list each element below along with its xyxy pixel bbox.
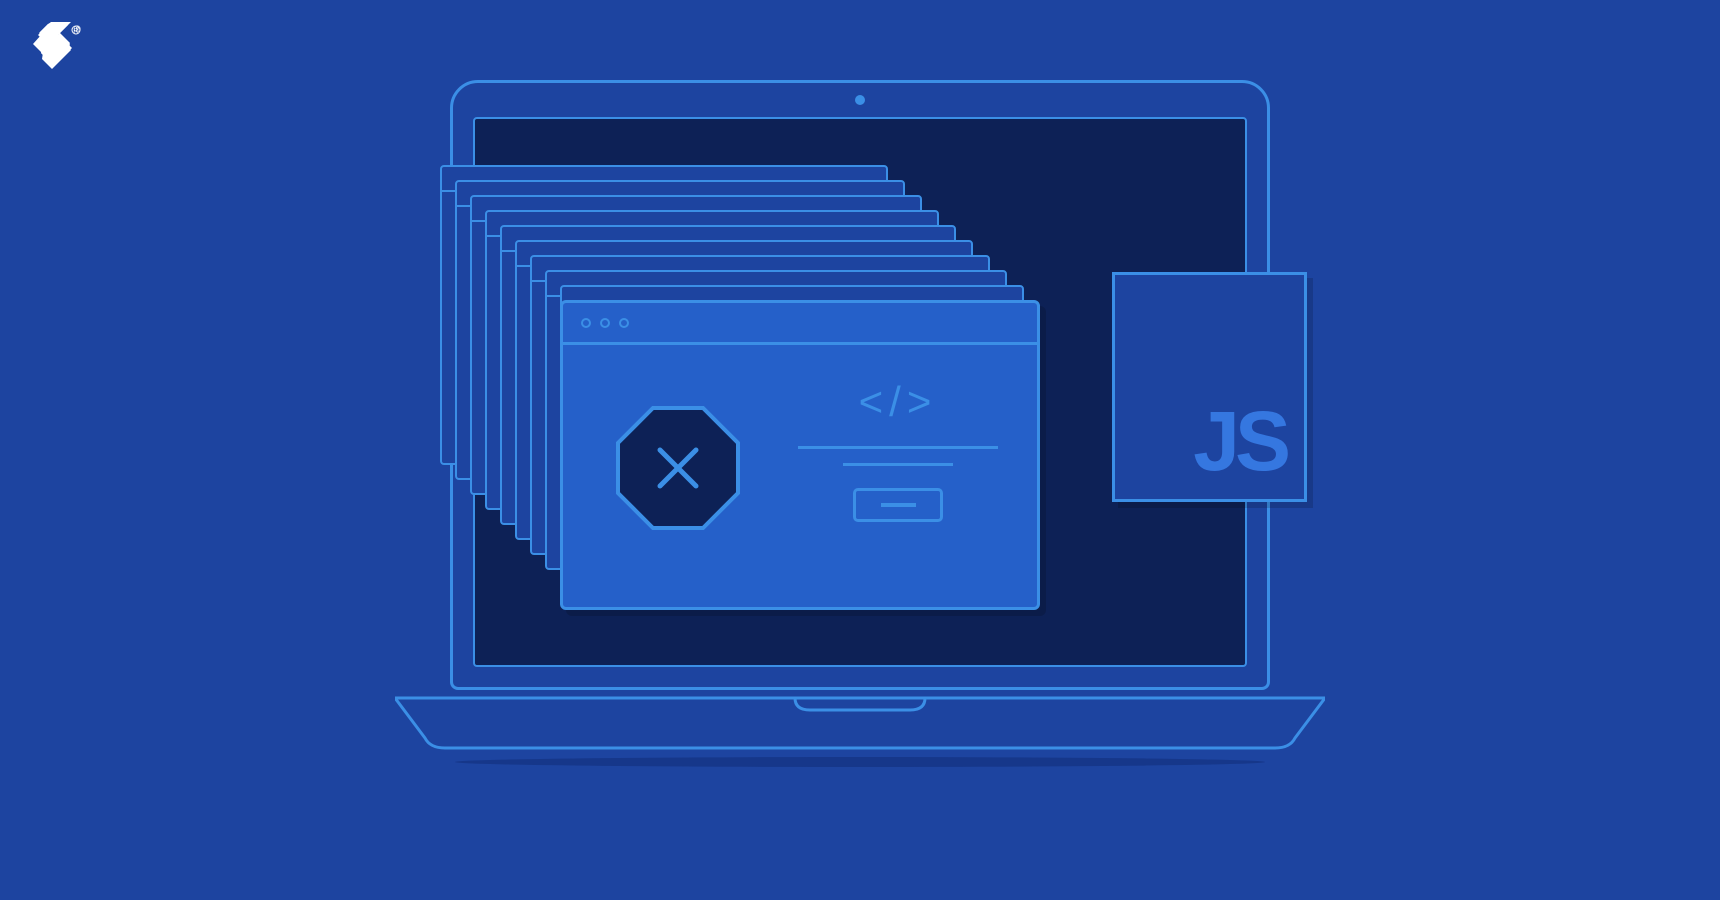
code-brackets-icon: </> <box>798 378 998 426</box>
code-button-placeholder <box>853 488 943 522</box>
laptop-base <box>395 690 1325 745</box>
svg-text:R: R <box>73 28 78 35</box>
hero-illustration: </> JS <box>360 70 1360 830</box>
traffic-lights-icon <box>581 318 629 328</box>
code-line <box>798 446 998 449</box>
code-line <box>843 463 953 466</box>
camera-icon <box>855 95 865 105</box>
window-titlebar <box>563 303 1037 345</box>
error-stop-icon <box>613 403 743 533</box>
javascript-badge: JS <box>1112 272 1307 502</box>
js-badge-text: JS <box>1193 399 1286 483</box>
code-panel: </> <box>798 378 998 522</box>
toptal-icon: R <box>28 22 83 77</box>
brand-logo: ® R <box>28 22 83 77</box>
error-window: </> <box>560 300 1040 610</box>
